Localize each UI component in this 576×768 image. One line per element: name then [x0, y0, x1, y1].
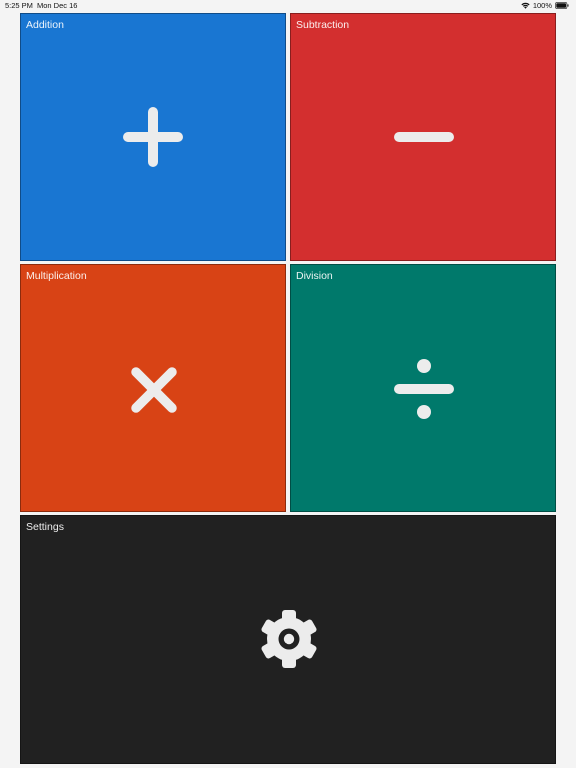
- subtraction-tile[interactable]: Subtraction: [290, 13, 556, 261]
- battery-icon: [555, 2, 569, 9]
- battery-percent: 100%: [532, 1, 552, 10]
- addition-label: Addition: [26, 19, 64, 31]
- settings-tile[interactable]: Settings: [20, 515, 556, 764]
- division-tile[interactable]: Division: [290, 264, 556, 512]
- multiplication-tile[interactable]: Multiplication: [20, 264, 286, 512]
- multiply-icon: [131, 367, 177, 413]
- wifi-icon: [521, 2, 530, 9]
- subtraction-label: Subtraction: [296, 19, 350, 31]
- status-time: 5:25 PM: [5, 1, 33, 10]
- status-bar: 5:25 PM Mon Dec 16 100%: [0, 0, 576, 12]
- plus-icon: [123, 107, 183, 167]
- settings-label: Settings: [26, 521, 64, 533]
- addition-tile[interactable]: Addition: [20, 13, 286, 261]
- multiplication-label: Multiplication: [26, 270, 87, 282]
- gear-icon: [261, 610, 317, 668]
- status-date: Mon Dec 16: [37, 1, 78, 10]
- divide-icon: [394, 359, 454, 419]
- status-indicators: 100%: [521, 1, 569, 10]
- minus-icon: [394, 132, 454, 142]
- division-label: Division: [296, 270, 333, 282]
